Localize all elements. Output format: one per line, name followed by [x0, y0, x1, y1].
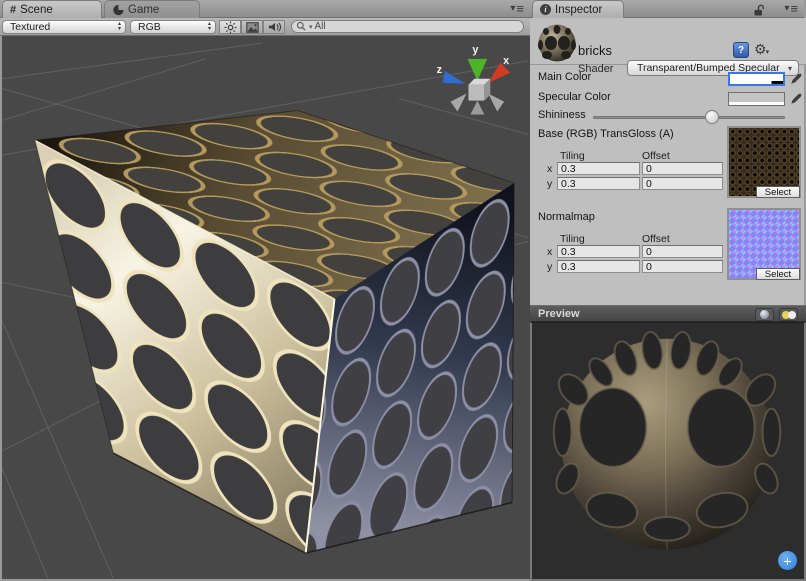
scene-panel-menu-icon[interactable]: ▾≡	[510, 3, 524, 14]
normal-offset-header: Offset	[642, 233, 670, 245]
tab-game-label: Game	[128, 4, 159, 16]
draw-mode-value: Textured	[10, 21, 50, 33]
specular-color-alpha-bar	[729, 102, 784, 105]
color-mode-dropdown[interactable]: RGB ▴▾	[130, 20, 216, 34]
base-tiling-x-field[interactable]	[557, 162, 640, 175]
normal-offset-y-field[interactable]	[642, 260, 723, 273]
gizmo-x-label: x	[503, 55, 509, 67]
base-offset-header: Offset	[642, 150, 670, 162]
tab-inspector[interactable]: i Inspector	[532, 0, 624, 18]
lighting-toggle-button[interactable]	[219, 20, 241, 34]
shininess-slider-track[interactable]	[593, 116, 785, 119]
main-color-label: Main Color	[538, 71, 591, 83]
normal-tiling-y-field[interactable]	[557, 260, 640, 273]
scene-tabbar: # Scene Game ▾≡	[0, 0, 530, 18]
color-mode-value: RGB	[138, 21, 161, 33]
grid-icon: #	[10, 4, 16, 16]
scene-viewport[interactable]: y x z	[0, 36, 530, 581]
lock-icon[interactable]	[753, 3, 766, 17]
gizmo-axis-gray-left[interactable]	[451, 94, 467, 112]
base-offset-x-field[interactable]	[642, 162, 723, 175]
tab-scene[interactable]: # Scene	[2, 0, 102, 18]
normal-map-label: Normalmap	[538, 211, 595, 223]
eyedropper-icon[interactable]	[789, 92, 802, 106]
preview-sphere-button[interactable]	[755, 308, 774, 321]
light-dot-icon	[788, 311, 796, 319]
normal-tiling-x-field[interactable]	[557, 245, 640, 258]
shininess-label: Shininess	[538, 109, 586, 121]
specular-color-swatch[interactable]	[728, 92, 785, 106]
material-header: bricks Shader Transparent/Bumped Specula…	[530, 18, 806, 65]
search-filter-arrow-icon: ▾	[309, 23, 313, 31]
context-gear-button[interactable]: ⚙▾	[754, 41, 778, 58]
scene-toolbar: Textured ▴▾ RGB ▴▾	[0, 18, 530, 36]
base-tiling-y-field[interactable]	[557, 177, 640, 190]
normal-texture-select-button[interactable]: Select	[756, 268, 800, 280]
audio-toggle-button[interactable]	[263, 20, 285, 34]
scene-cube-object[interactable]	[35, 110, 514, 553]
updown-arrows-icon: ▴▾	[118, 22, 121, 32]
gizmo-axis-y[interactable]	[467, 59, 487, 81]
main-color-swatch[interactable]	[728, 72, 785, 86]
draw-mode-dropdown[interactable]: Textured ▴▾	[2, 20, 126, 34]
base-tiling-header: Tiling	[560, 150, 585, 162]
base-map-label: Base (RGB) TransGloss (A)	[538, 128, 674, 140]
eyedropper-icon[interactable]	[789, 72, 802, 86]
inspector-panel-menu-icon[interactable]: ▾≡	[784, 3, 798, 14]
material-preview-area[interactable]: +	[530, 322, 806, 581]
base-x-label: x	[547, 163, 552, 175]
gizmo-axis-gray-down[interactable]	[470, 101, 484, 115]
scene-search-input[interactable]: ▾ All	[291, 20, 524, 33]
material-name: bricks	[578, 43, 612, 58]
preview-header[interactable]: Preview	[530, 305, 806, 322]
gizmo-y-label: y	[472, 44, 478, 56]
preview-title: Preview	[538, 308, 580, 320]
search-value: All	[315, 21, 326, 32]
scene-3d-view: y x z	[2, 36, 528, 579]
normal-y-label: y	[547, 261, 552, 273]
specular-color-label: Specular Color	[538, 91, 611, 103]
unity-editor-window: # Scene Game ▾≡ Textured ▴▾ RGB ▴▾	[0, 0, 806, 581]
sun-icon	[224, 21, 237, 34]
add-button[interactable]: +	[778, 551, 797, 570]
speaker-icon	[268, 21, 281, 33]
tab-scene-label: Scene	[20, 4, 53, 16]
updown-arrows-icon: ▴▾	[208, 22, 211, 32]
base-texture-select-button[interactable]: Select	[756, 186, 800, 198]
orientation-gizmo[interactable]: y x z	[437, 44, 510, 115]
gizmo-z-label: z	[437, 64, 443, 76]
normal-offset-x-field[interactable]	[642, 245, 723, 258]
gizmo-cube-front[interactable]	[468, 85, 484, 101]
preview-lighting-button[interactable]	[779, 308, 798, 321]
image-icon	[246, 22, 259, 33]
sphere-icon	[760, 310, 769, 319]
scene-panel: # Scene Game ▾≡ Textured ▴▾ RGB ▴▾	[0, 0, 530, 581]
preview-sphere-render	[532, 323, 804, 578]
skybox-toggle-button[interactable]	[241, 20, 263, 34]
normal-tiling-header: Tiling	[560, 233, 585, 245]
base-y-label: y	[547, 178, 552, 190]
main-color-alpha-bar	[730, 81, 783, 84]
inspector-tabbar: i Inspector ▾≡	[530, 0, 804, 18]
gizmo-axis-gray-right[interactable]	[488, 94, 504, 112]
tab-inspector-label: Inspector	[555, 4, 602, 16]
info-icon: i	[540, 4, 551, 15]
tab-game[interactable]: Game	[104, 0, 200, 18]
shininess-slider-thumb[interactable]	[705, 110, 719, 124]
material-preview-thumbnail	[534, 20, 576, 64]
help-button[interactable]: ?	[733, 42, 749, 58]
game-icon	[112, 4, 124, 16]
normal-x-label: x	[547, 246, 552, 258]
inspector-panel: i Inspector ▾≡	[530, 0, 806, 581]
base-offset-y-field[interactable]	[642, 177, 723, 190]
search-icon	[296, 21, 307, 32]
